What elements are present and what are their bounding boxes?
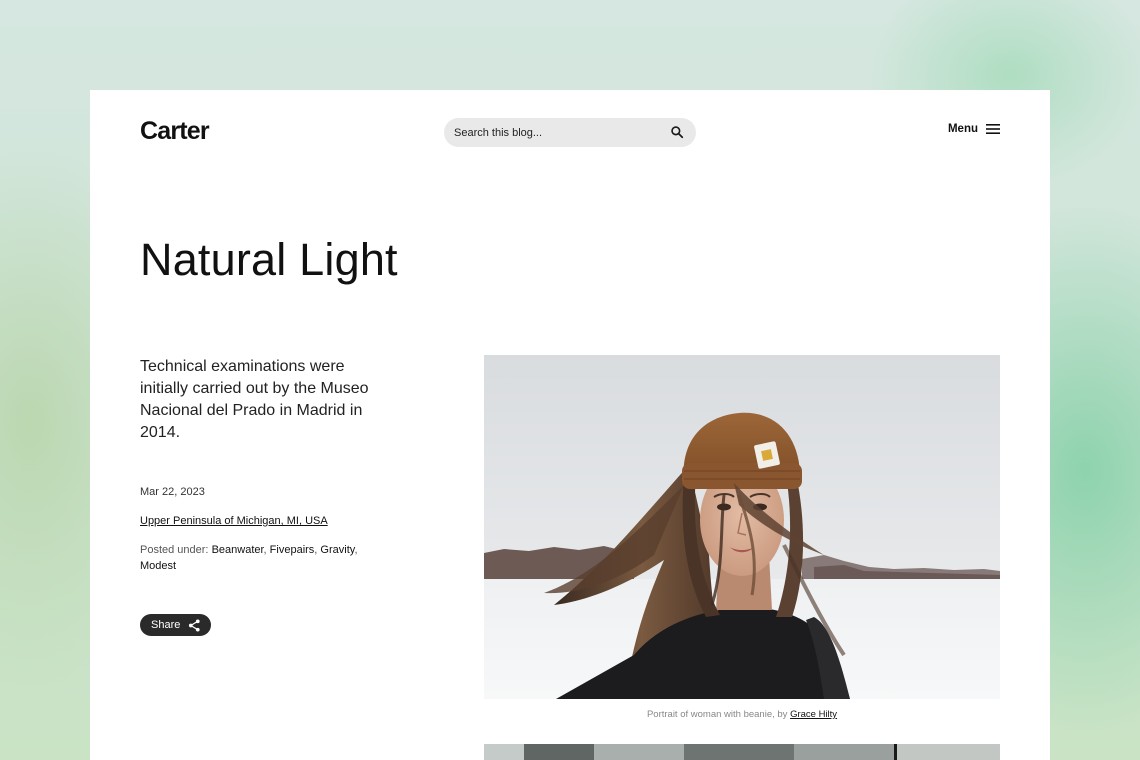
menu-label: Menu [947, 123, 978, 135]
tag-link[interactable]: Fivepairs [270, 544, 315, 556]
caption-text: Portrait of woman with beanie, by [646, 709, 788, 720]
portrait-photo-illustration [484, 355, 1000, 699]
share-button[interactable]: Share [140, 614, 211, 636]
tag-link[interactable]: Modest [140, 560, 176, 572]
search-icon[interactable] [670, 125, 684, 139]
tag-link[interactable]: Beanwater [212, 544, 264, 556]
blog-page-card: Carter Menu Natural Light Technical exam… [90, 90, 1050, 760]
second-photo-illustration [484, 744, 1000, 760]
share-label: Share [151, 619, 181, 631]
photo-caption: Portrait of woman with beanie, by Grace … [484, 709, 1000, 720]
tag-link[interactable]: Gravity [320, 544, 354, 556]
post-lede: Technical examinations were initially ca… [140, 358, 369, 441]
search-input[interactable] [454, 118, 654, 147]
second-photo-preview [484, 744, 1000, 760]
post-title: Natural Light [140, 234, 398, 285]
post-location-link[interactable]: Upper Peninsula of Michigan, MI, USA [140, 515, 328, 527]
posted-under: Posted under: Beanwater, Fivepairs, Grav… [140, 544, 358, 572]
posted-under-label: Posted under: [140, 544, 209, 556]
menu-button[interactable]: Menu [948, 123, 1000, 135]
hamburger-menu-icon [986, 124, 1000, 134]
search-bar[interactable] [444, 118, 696, 147]
share-icon [188, 619, 200, 632]
featured-photo [484, 355, 1000, 699]
photo-credit-link[interactable]: Grace Hilty [790, 709, 837, 720]
site-logo[interactable]: Carter [140, 115, 210, 147]
post-date: Mar 22, 2023 [140, 486, 205, 498]
